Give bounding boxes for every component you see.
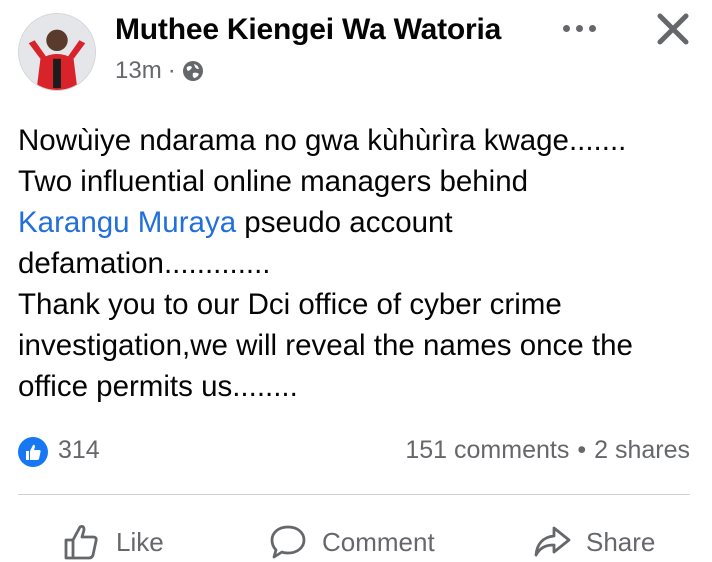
post-text-line: Karangu Muraya pseudo account bbox=[18, 202, 698, 243]
post-text-line: Nowùiye ndarama no gwa kùhùrìra kwage...… bbox=[18, 124, 627, 157]
divider bbox=[18, 494, 690, 495]
engagement-summary: 151 comments • 2 shares bbox=[405, 436, 690, 465]
stats-separator: • bbox=[577, 436, 587, 464]
share-label: Share bbox=[586, 526, 656, 557]
comment-label: Comment bbox=[322, 526, 435, 557]
share-icon bbox=[534, 526, 571, 557]
post-body: Nowùiye ndarama no gwa kùhùrìra kwage...… bbox=[18, 120, 698, 407]
post-header: Muthee Kiengei Wa Watoria 13m · bbox=[0, 0, 712, 100]
comment-icon bbox=[270, 525, 306, 559]
post-text-line: office permits us........ bbox=[18, 370, 298, 403]
share-button[interactable]: Share bbox=[532, 522, 655, 562]
comment-button[interactable]: Comment bbox=[268, 522, 435, 562]
reaction-stats: 314 151 comments • 2 shares bbox=[18, 434, 690, 470]
close-icon[interactable] bbox=[654, 10, 692, 48]
comment-count[interactable]: 151 comments bbox=[405, 436, 569, 464]
post-text-line: investigation,we will reveal the names o… bbox=[18, 329, 633, 362]
avatar[interactable] bbox=[18, 13, 96, 91]
author-name[interactable]: Muthee Kiengei Wa Watoria bbox=[115, 12, 501, 48]
more-options-icon[interactable] bbox=[560, 16, 600, 46]
post-time[interactable]: 13m bbox=[115, 57, 162, 85]
like-button[interactable]: Like bbox=[62, 522, 164, 562]
action-bar: Like Comment Share bbox=[0, 510, 712, 560]
mention-link[interactable]: Karangu Muraya bbox=[18, 206, 236, 239]
post-text-line: Thank you to our Dci office of cyber cri… bbox=[18, 288, 562, 321]
thumbs-up-icon bbox=[64, 525, 98, 560]
like-count[interactable]: 314 bbox=[58, 436, 100, 465]
post-meta: 13m · bbox=[115, 57, 204, 85]
like-reaction-icon[interactable] bbox=[18, 437, 48, 467]
like-label: Like bbox=[116, 526, 164, 557]
meta-separator: · bbox=[167, 57, 176, 84]
post-text-line: Two influential online managers behind bbox=[18, 165, 529, 198]
globe-icon[interactable] bbox=[182, 60, 204, 82]
post-text-fragment: pseudo account bbox=[236, 206, 453, 239]
post-text-line: defamation............. bbox=[18, 247, 271, 280]
profile-photo-icon bbox=[19, 14, 95, 90]
share-count[interactable]: 2 shares bbox=[594, 436, 690, 464]
